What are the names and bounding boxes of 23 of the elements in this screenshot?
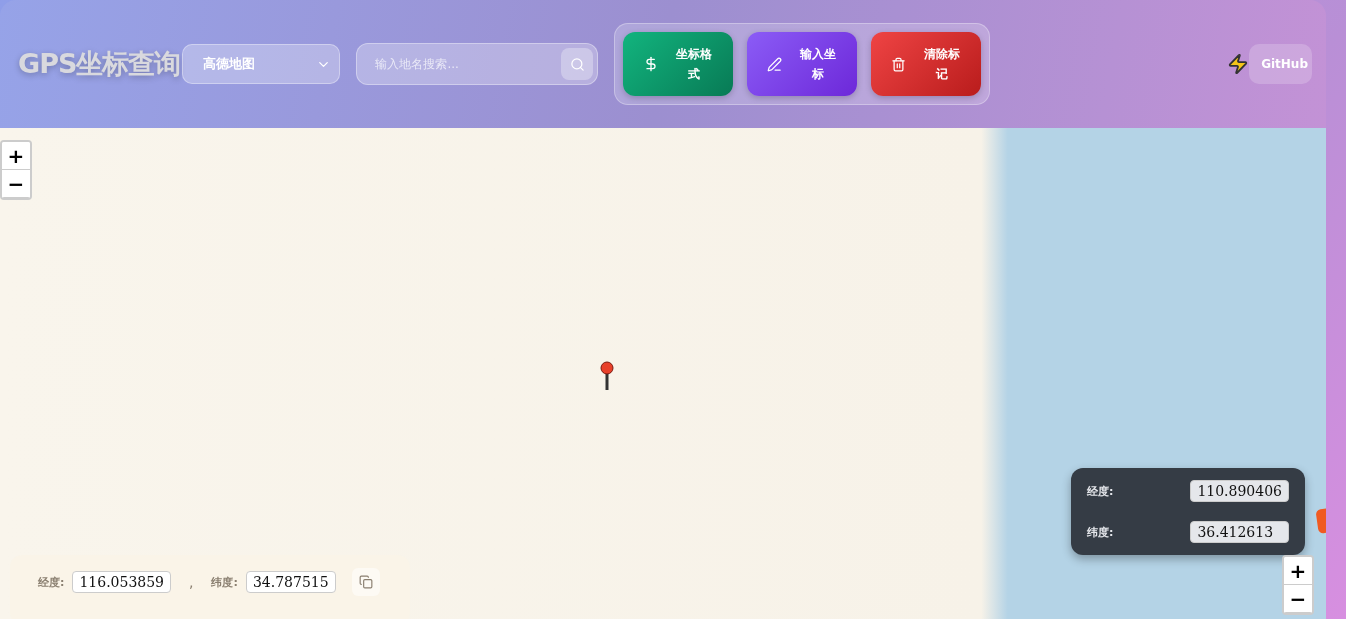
action-button[interactable]: 清除标记 <box>871 32 982 96</box>
latitude-label: 纬度: <box>211 574 238 590</box>
copy-icon <box>358 575 373 589</box>
app-title: GPS坐标查询 <box>18 47 181 81</box>
copy-button[interactable] <box>351 568 380 596</box>
pencil-icon <box>767 56 783 72</box>
map-pin-icon <box>600 361 614 391</box>
action-button[interactable]: 输入坐标 <box>747 32 858 96</box>
latitude-label: 纬度: <box>1087 524 1115 540</box>
zoom-button[interactable]: + <box>2 142 30 170</box>
latitude-value: 34.787515 <box>245 571 336 593</box>
longitude-label: 经度: <box>1087 483 1115 499</box>
search-icon <box>569 56 585 72</box>
search-button[interactable] <box>561 48 594 80</box>
lightning-icon <box>1227 53 1250 75</box>
longitude-value: 116.053859 <box>72 571 172 593</box>
separator: , <box>189 574 194 590</box>
latitude-value: 36.412613 <box>1190 521 1289 543</box>
action-button[interactable]: 坐标格式 <box>623 32 734 96</box>
longitude-value: 110.890406 <box>1190 480 1289 502</box>
longitude-label: 经度: <box>38 574 65 590</box>
zoom-button[interactable]: + <box>1284 557 1312 585</box>
trash-icon <box>891 56 907 72</box>
